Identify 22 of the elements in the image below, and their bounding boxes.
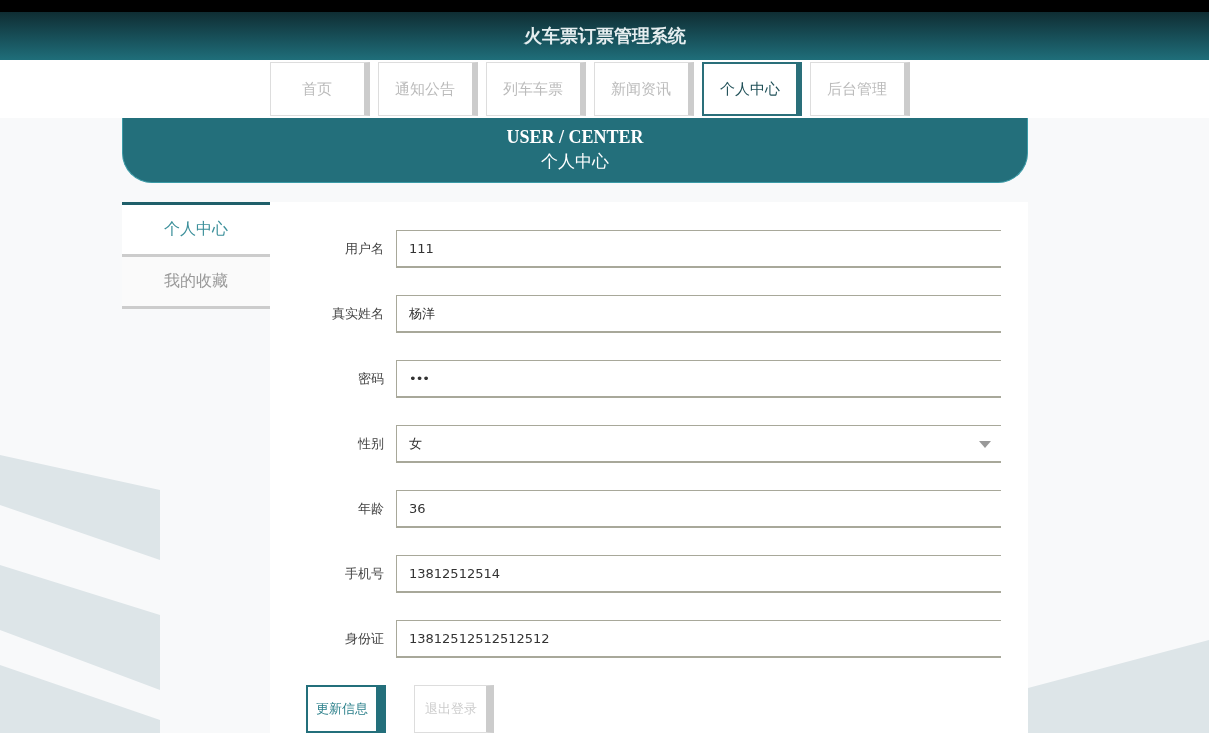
input-field[interactable]: 13812512512512512 [396, 620, 1001, 658]
sidebar-item[interactable]: 个人中心 [122, 202, 270, 257]
field-label: 密码 [357, 370, 385, 388]
banner-title: USER / CENTER [506, 127, 644, 148]
site-title: 火车票订票管理系统 [523, 24, 686, 48]
field-label: 身份证 [344, 630, 385, 648]
password-field[interactable]: ••• [396, 360, 1001, 398]
update-button[interactable]: 更新信息 [306, 685, 386, 733]
input-field[interactable]: 13812512514 [396, 555, 1001, 593]
sidebar-item[interactable]: 我的收藏 [122, 254, 270, 309]
caret-icon [979, 441, 991, 448]
field-label: 性别 [357, 435, 385, 453]
input-field[interactable]: 111 [396, 230, 1001, 268]
nav-tab[interactable]: 个人中心 [701, 62, 802, 116]
select-field[interactable]: 女 [396, 425, 1001, 463]
field-label: 手机号 [344, 565, 385, 583]
field-label: 年龄 [357, 500, 385, 518]
input-field[interactable]: 杨洋 [396, 295, 1001, 333]
banner-subtitle: 个人中心 [541, 150, 609, 173]
input-field[interactable]: 36 [396, 490, 1001, 528]
field-label: 真实姓名 [331, 305, 385, 323]
field-label: 用户名 [344, 240, 385, 258]
